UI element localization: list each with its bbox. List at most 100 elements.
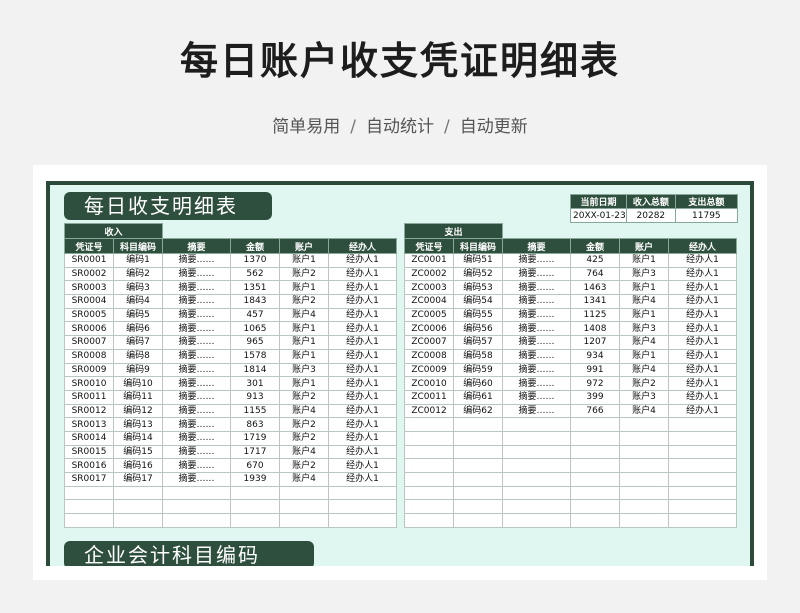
table-cell[interactable] <box>453 485 503 501</box>
table-cell[interactable] <box>570 472 620 487</box>
table-cell[interactable]: 经办人1 <box>328 307 397 323</box>
table-cell[interactable] <box>64 485 114 501</box>
table-cell[interactable]: 991 <box>570 362 620 378</box>
table-cell[interactable]: 编码59 <box>453 362 503 378</box>
table-cell[interactable]: 1125 <box>570 307 620 323</box>
table-cell[interactable]: 编码54 <box>453 294 503 309</box>
table-cell[interactable] <box>279 485 329 501</box>
table-cell[interactable]: ZC0009 <box>404 362 454 378</box>
table-cell[interactable]: 编码15 <box>113 444 163 460</box>
table-cell[interactable]: 562 <box>230 266 280 282</box>
table-cell[interactable] <box>64 513 114 528</box>
table-cell[interactable]: 301 <box>230 376 280 391</box>
table-cell[interactable]: 摘要…… <box>162 321 231 337</box>
current-date-value[interactable]: 20XX-01-23 00:00 <box>570 208 627 223</box>
table-cell[interactable]: 账户4 <box>619 294 669 309</box>
table-cell[interactable]: SR0007 <box>64 335 114 350</box>
table-cell[interactable]: 账户3 <box>619 389 669 405</box>
table-cell[interactable] <box>404 444 454 460</box>
table-cell[interactable] <box>404 499 454 515</box>
table-cell[interactable] <box>162 513 231 528</box>
table-cell[interactable] <box>230 513 280 528</box>
table-cell[interactable] <box>113 485 163 501</box>
table-cell[interactable]: 编码9 <box>113 362 163 378</box>
table-cell[interactable]: 经办人1 <box>328 430 397 446</box>
table-cell[interactable]: SR0011 <box>64 389 114 405</box>
table-cell[interactable]: 1065 <box>230 321 280 337</box>
table-cell[interactable]: 编码13 <box>113 417 163 432</box>
table-cell[interactable]: 账户4 <box>279 444 329 460</box>
table-cell[interactable] <box>453 472 503 487</box>
table-cell[interactable]: 摘要…… <box>162 472 231 487</box>
table-cell[interactable] <box>279 513 329 528</box>
table-cell[interactable]: 摘要…… <box>502 294 571 309</box>
table-cell[interactable]: 摘要…… <box>162 253 231 268</box>
table-cell[interactable] <box>113 499 163 515</box>
table-cell[interactable]: ZC0007 <box>404 335 454 350</box>
table-cell[interactable]: SR0003 <box>64 280 114 296</box>
table-cell[interactable]: 399 <box>570 389 620 405</box>
table-cell[interactable]: 编码56 <box>453 321 503 337</box>
table-cell[interactable]: 编码51 <box>453 253 503 268</box>
table-cell[interactable]: 账户4 <box>279 403 329 419</box>
table-cell[interactable]: 1843 <box>230 294 280 309</box>
table-cell[interactable]: 425 <box>570 253 620 268</box>
table-cell[interactable]: 经办人1 <box>328 280 397 296</box>
table-cell[interactable] <box>502 444 571 460</box>
table-cell[interactable]: ZC0001 <box>404 253 454 268</box>
table-cell[interactable]: 经办人1 <box>668 266 737 282</box>
table-cell[interactable] <box>230 499 280 515</box>
table-cell[interactable]: 账户3 <box>619 321 669 337</box>
table-cell[interactable]: 972 <box>570 376 620 391</box>
table-cell[interactable]: ZC0004 <box>404 294 454 309</box>
table-cell[interactable]: 摘要…… <box>162 458 231 473</box>
table-cell[interactable]: 账户2 <box>279 458 329 473</box>
table-cell[interactable]: 账户4 <box>619 362 669 378</box>
table-cell[interactable]: 编码10 <box>113 376 163 391</box>
table-cell[interactable]: 摘要…… <box>502 307 571 323</box>
table-cell[interactable]: 账户1 <box>279 321 329 337</box>
table-cell[interactable]: 摘要…… <box>162 335 231 350</box>
table-cell[interactable]: 764 <box>570 266 620 282</box>
table-cell[interactable]: SR0016 <box>64 458 114 473</box>
table-cell[interactable]: 摘要…… <box>502 376 571 391</box>
table-cell[interactable]: 摘要…… <box>502 321 571 337</box>
table-cell[interactable]: 账户4 <box>619 403 669 419</box>
table-cell[interactable] <box>619 499 669 515</box>
table-cell[interactable]: 经办人1 <box>328 266 397 282</box>
table-cell[interactable] <box>230 485 280 501</box>
table-cell[interactable]: 账户4 <box>279 472 329 487</box>
table-cell[interactable] <box>619 430 669 446</box>
table-cell[interactable]: 457 <box>230 307 280 323</box>
table-cell[interactable]: 摘要…… <box>502 389 571 405</box>
table-cell[interactable] <box>502 417 571 432</box>
table-cell[interactable]: ZC0003 <box>404 280 454 296</box>
table-cell[interactable]: 经办人1 <box>328 389 397 405</box>
table-cell[interactable] <box>502 430 571 446</box>
table-cell[interactable]: 1939 <box>230 472 280 487</box>
table-cell[interactable] <box>570 499 620 515</box>
table-cell[interactable]: 账户1 <box>619 348 669 364</box>
table-cell[interactable]: 编码4 <box>113 294 163 309</box>
table-cell[interactable]: 经办人1 <box>668 376 737 391</box>
table-cell[interactable]: 摘要…… <box>162 280 231 296</box>
table-cell[interactable]: ZC0006 <box>404 321 454 337</box>
table-cell[interactable] <box>668 417 737 432</box>
table-cell[interactable] <box>668 430 737 446</box>
table-cell[interactable]: 1814 <box>230 362 280 378</box>
table-cell[interactable]: 编码61 <box>453 389 503 405</box>
table-cell[interactable] <box>668 485 737 501</box>
table-cell[interactable]: 经办人1 <box>668 321 737 337</box>
table-cell[interactable] <box>404 472 454 487</box>
table-cell[interactable] <box>453 417 503 432</box>
table-cell[interactable]: SR0017 <box>64 472 114 487</box>
table-cell[interactable] <box>668 458 737 473</box>
table-cell[interactable]: 编码52 <box>453 266 503 282</box>
table-cell[interactable]: 766 <box>570 403 620 419</box>
table-cell[interactable]: 经办人1 <box>668 294 737 309</box>
table-cell[interactable]: 账户2 <box>619 376 669 391</box>
table-cell[interactable] <box>619 513 669 528</box>
table-cell[interactable] <box>668 513 737 528</box>
table-cell[interactable] <box>570 444 620 460</box>
table-cell[interactable]: 编码16 <box>113 458 163 473</box>
